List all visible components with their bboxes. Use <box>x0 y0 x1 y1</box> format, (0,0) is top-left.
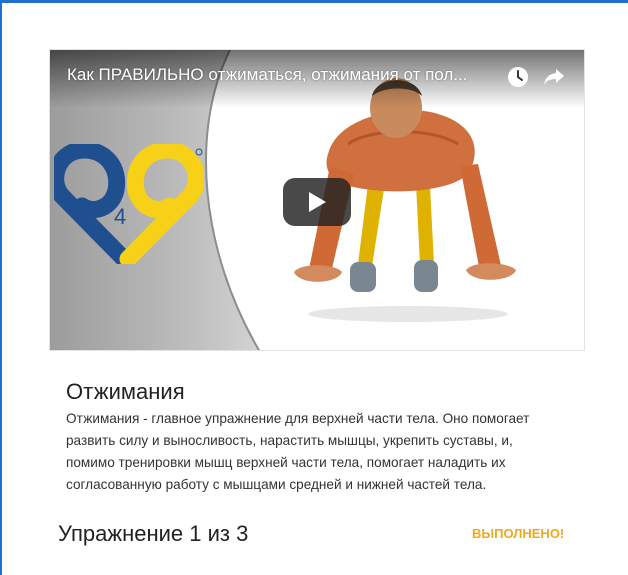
video-title[interactable]: Как ПРАВИЛЬНО отжиматься, отжимания от п… <box>67 65 497 85</box>
share-icon[interactable] <box>543 67 565 87</box>
play-button[interactable] <box>283 178 351 226</box>
exercise-description: Отжимания - главное упражнение для верхн… <box>66 411 530 492</box>
window-left-border <box>0 0 2 575</box>
video-player[interactable]: 4 Как ПРАВИЛЬНО отжиматься, отжимания от… <box>49 49 585 351</box>
window-top-border <box>0 0 628 3</box>
exercise-progress-label: Упражнение 1 из 3 <box>58 521 249 546</box>
svg-text:4: 4 <box>114 204 126 229</box>
play-icon <box>309 192 326 212</box>
exercise-title: Отжимания <box>66 379 185 404</box>
clock-icon[interactable] <box>507 66 529 88</box>
p4p-logo: 4 <box>54 144 204 264</box>
completed-status-button[interactable]: ВЫПОЛНЕНО! <box>472 526 564 541</box>
